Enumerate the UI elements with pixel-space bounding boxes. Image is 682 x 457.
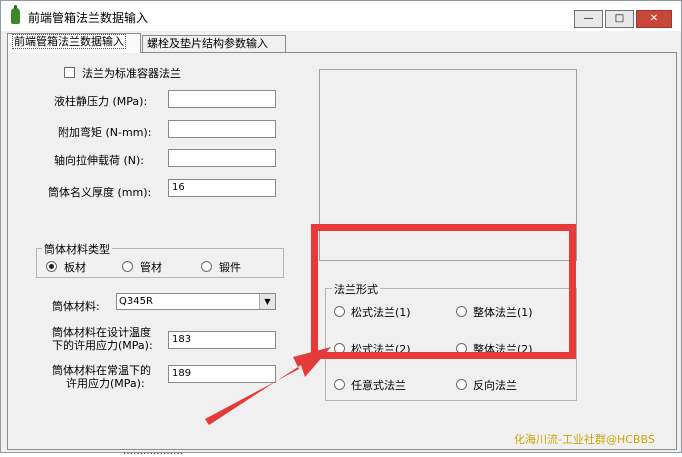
material-select[interactable]: Q345R ▼ — [116, 293, 276, 310]
flange-any-radio[interactable] — [334, 379, 345, 390]
window-title: 前端管箱法兰数据输入 — [28, 11, 149, 25]
shell-thickness-label: 筒体名义厚度 (mm): — [48, 186, 152, 199]
flange-reverse-radio[interactable] — [456, 379, 467, 390]
axial-tension-label: 轴向拉伸载荷 (N): — [54, 154, 145, 167]
design-stress-input[interactable]: 183 — [168, 331, 276, 349]
material-select-value: Q345R — [119, 296, 153, 307]
chevron-down-icon[interactable]: ▼ — [259, 294, 275, 309]
bending-moment-input[interactable] — [168, 120, 276, 138]
room-stress-label-line1: 筒体材料在常温下的 — [52, 364, 151, 377]
material-plate-label: 板材 — [64, 261, 86, 274]
app-flask-icon — [11, 5, 20, 24]
material-forging-label: 锻件 — [219, 261, 241, 274]
room-stress-label-line2: 许用应力(MPa): — [66, 377, 145, 390]
standard-flange-label: 法兰为标准容器法兰 — [82, 67, 181, 80]
material-plate-radio[interactable] — [46, 261, 57, 272]
axial-tension-input[interactable] — [168, 149, 276, 167]
bending-moment-label: 附加弯矩 (N-mm): — [58, 126, 152, 139]
tab-front-flange[interactable]: 前端管箱法兰数据输入 — [7, 33, 141, 53]
partial-hidden-text: ……………… — [123, 446, 183, 457]
tab-front-flange-label: 前端管箱法兰数据输入 — [12, 34, 126, 49]
design-stress-label-line1: 筒体材料在设计温度 — [52, 326, 151, 339]
shell-thickness-input[interactable]: 16 — [168, 179, 276, 197]
standard-flange-checkbox[interactable] — [64, 67, 75, 78]
material-type-group-title: 筒体材料类型 — [42, 241, 112, 257]
dialog-window: 前端管箱法兰数据输入 — □ ✕ 前端管箱法兰数据输入 螺栓及垫片结构参数输入 … — [0, 0, 682, 457]
material-pipe-radio[interactable] — [122, 261, 133, 272]
material-pipe-label: 管材 — [140, 261, 162, 274]
title-bar: 前端管箱法兰数据输入 — □ ✕ — [1, 1, 681, 31]
flange-reverse-label: 反向法兰 — [473, 379, 517, 392]
maximize-button[interactable]: □ — [605, 10, 634, 28]
annotation-highlight-box — [311, 224, 576, 359]
flange-any-label: 任意式法兰 — [351, 379, 406, 392]
tab-bolt-gasket[interactable]: 螺栓及垫片结构参数输入 — [142, 35, 286, 52]
watermark-text: 化海川流-工业社群@HCBBS — [514, 433, 655, 446]
design-stress-label: 筒体材料在设计温度 下的许用应力(MPa): — [52, 326, 153, 352]
minimize-button[interactable]: — — [574, 10, 603, 28]
room-stress-input[interactable]: 189 — [168, 365, 276, 383]
material-forging-radio[interactable] — [201, 261, 212, 272]
material-label: 筒体材料: — [52, 300, 100, 313]
room-stress-label: 筒体材料在常温下的 许用应力(MPa): — [52, 364, 151, 390]
liquid-pressure-label: 液柱静压力 (MPa): — [54, 95, 148, 108]
liquid-pressure-input[interactable] — [168, 90, 276, 108]
close-button[interactable]: ✕ — [636, 10, 672, 28]
design-stress-label-line2: 下的许用应力(MPa): — [52, 339, 153, 352]
